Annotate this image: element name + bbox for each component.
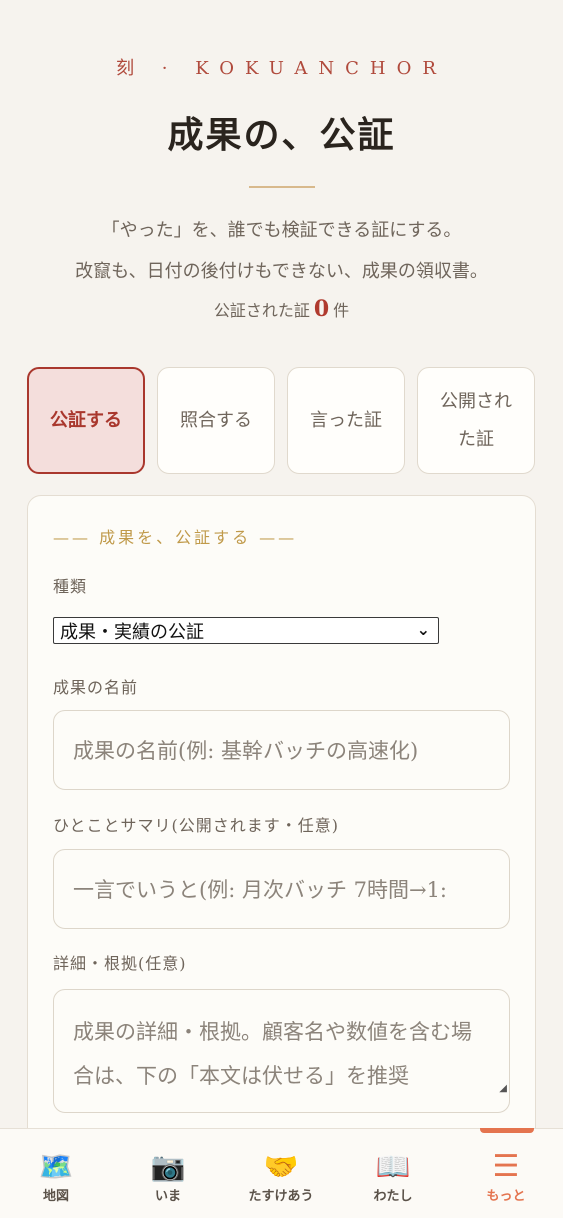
summary-label: ひとことサマリ(公開されます・任意) bbox=[53, 816, 340, 835]
resize-handle-icon[interactable]: ◢ bbox=[499, 1067, 507, 1111]
count-suffix: 件 bbox=[333, 301, 350, 320]
lead-text-1: 「やった」を、誰でも検証できる証にする。 bbox=[101, 220, 462, 241]
detail-placeholder: 成果の詳細・根拠。顧客名や数値を含む場合は、下の「本文は伏せる」を推奨 bbox=[73, 1020, 472, 1088]
nav-more-label: もっと bbox=[486, 1189, 526, 1204]
section-title: —— 成果を、公証する —— bbox=[53, 528, 298, 547]
world-map-icon: 🗺️ bbox=[38, 1150, 74, 1183]
name-label: 成果の名前 bbox=[53, 678, 139, 697]
page-title: 成果の、公証 bbox=[167, 114, 396, 156]
lead-text-2: 改竄も、日付の後付けもできない、成果の領収書。 bbox=[75, 261, 488, 282]
chevron-down-icon: ⌄ bbox=[416, 620, 430, 639]
nav-active-indicator bbox=[480, 1128, 534, 1133]
type-label: 種類 bbox=[53, 577, 88, 596]
nav-me-label: わたし bbox=[373, 1189, 413, 1204]
nav-map[interactable]: 🗺️ 地図 bbox=[0, 1129, 112, 1218]
count-value: 0 bbox=[313, 296, 330, 322]
nav-now-label: いま bbox=[154, 1189, 181, 1204]
camera-icon: 📷 bbox=[150, 1150, 186, 1183]
name-input[interactable]: 成果の名前(例: 基幹バッチの高速化) bbox=[53, 710, 510, 790]
menu-icon: ☰ bbox=[492, 1149, 520, 1184]
bottom-nav: 🗺️ 地図 📷 いま 🤝 たすけあう 📖 わたし ☰ もっと bbox=[0, 1128, 563, 1218]
handshake-icon: 🤝 bbox=[263, 1150, 299, 1183]
tab-said-proof[interactable]: 言った証 bbox=[287, 367, 405, 474]
tab-public-proofs[interactable]: 公開された証 bbox=[417, 367, 535, 474]
brand-label: 刻 · KOKUANCHOR bbox=[116, 58, 447, 79]
summary-input[interactable]: 一言でいうと(例: 月次バッチ 7時間→1: bbox=[53, 849, 510, 929]
book-icon: 📖 bbox=[375, 1150, 411, 1183]
type-select-value: 成果・実績の公証 bbox=[60, 621, 204, 643]
nav-more[interactable]: ☰ もっと bbox=[450, 1129, 562, 1218]
type-select[interactable]: 成果・実績の公証 ⌄ bbox=[53, 617, 439, 644]
nav-map-label: 地図 bbox=[42, 1189, 69, 1204]
proof-count: 公証された証 0 件 bbox=[0, 296, 563, 322]
count-prefix: 公証された証 bbox=[213, 301, 310, 320]
tab-verify[interactable]: 照合する bbox=[157, 367, 275, 474]
detail-textarea[interactable]: 成果の詳細・根拠。顧客名や数値を含む場合は、下の「本文は伏せる」を推奨 ◢ bbox=[53, 989, 510, 1113]
tab-notarize[interactable]: 公証する bbox=[27, 367, 145, 474]
mode-tabs: 公証する 照合する 言った証 公開された証 bbox=[27, 367, 536, 474]
nav-me[interactable]: 📖 わたし bbox=[337, 1129, 449, 1218]
detail-label: 詳細・根拠(任意) bbox=[53, 954, 187, 973]
nav-help-label: たすけあう bbox=[248, 1189, 314, 1204]
nav-help[interactable]: 🤝 たすけあう bbox=[225, 1129, 337, 1218]
title-divider bbox=[249, 186, 315, 188]
nav-now[interactable]: 📷 いま bbox=[112, 1129, 224, 1218]
